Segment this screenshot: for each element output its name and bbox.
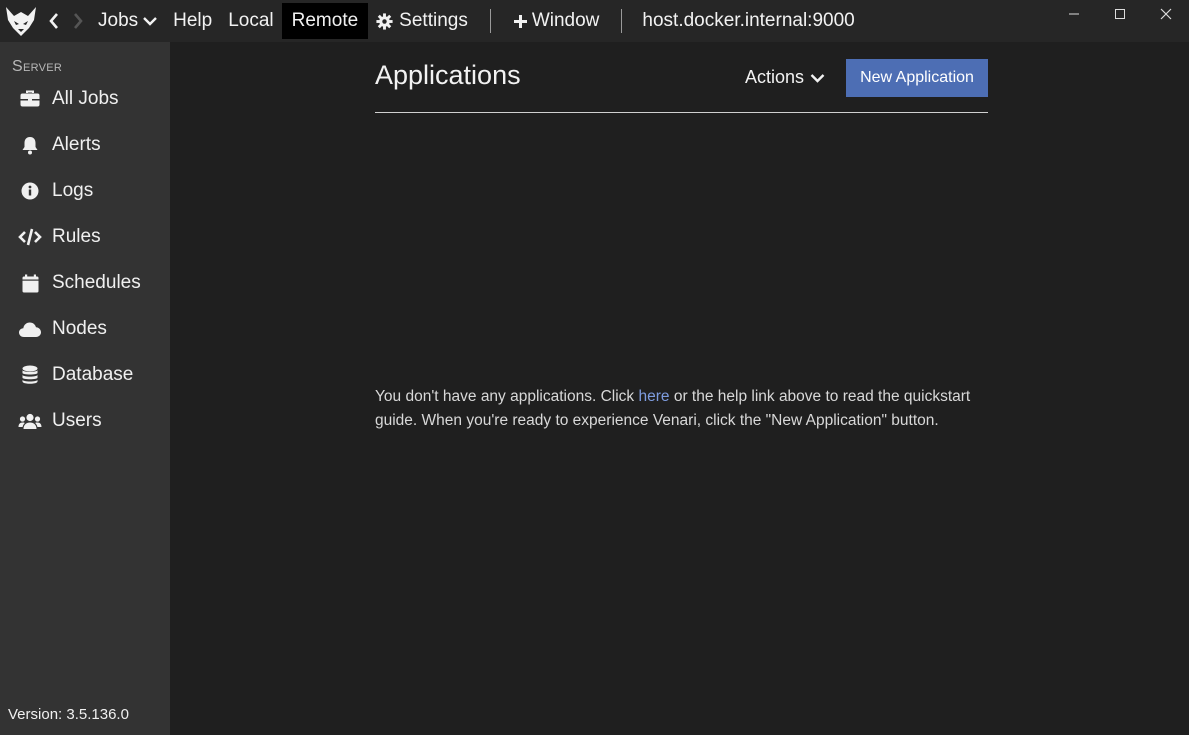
menu-help[interactable]: Help (165, 3, 220, 39)
menu-window[interactable]: Window (505, 3, 608, 39)
menu-local-label: Local (228, 10, 274, 31)
empty-state-message: You don't have any applications. Click h… (375, 385, 995, 433)
menu-remote-label: Remote (291, 10, 359, 31)
venari-logo-icon (0, 0, 42, 42)
gear-icon (376, 12, 393, 30)
menu-jobs-label: Jobs (98, 10, 139, 31)
window-controls (1051, 0, 1189, 28)
users-icon (18, 413, 42, 430)
sidebar-heading: Server (12, 58, 63, 75)
title-bar: Jobs Help Local Remote Settings Window h… (0, 0, 1189, 42)
quickstart-link[interactable]: here (638, 388, 669, 405)
menu-separator (621, 9, 623, 33)
back-arrow-icon[interactable] (42, 0, 66, 42)
sidebar-item-schedules[interactable]: Schedules (0, 263, 170, 303)
sidebar-item-label: Logs (52, 180, 94, 201)
menu-local[interactable]: Local (220, 3, 281, 39)
database-icon (18, 365, 42, 385)
code-icon (18, 228, 42, 246)
sidebar-item-label: Rules (52, 226, 101, 247)
calendar-icon (18, 274, 42, 293)
minimize-icon[interactable] (1051, 0, 1097, 28)
maximize-icon[interactable] (1097, 0, 1143, 28)
sidebar-item-logs[interactable]: Logs (0, 171, 170, 211)
version-label: Version: 3.5.136.0 (8, 706, 129, 723)
page-title: Applications (375, 60, 521, 90)
chevron-down-icon (143, 16, 157, 26)
forward-arrow-icon[interactable] (66, 0, 90, 42)
menu-settings-label: Settings (399, 10, 468, 31)
cloud-icon (18, 321, 42, 338)
info-icon (18, 182, 42, 200)
menu-window-label: Window (531, 10, 600, 31)
chevron-down-icon (810, 73, 825, 83)
sidebar: Server All Jobs Alerts Logs Rules Schedu… (0, 42, 170, 735)
empty-state-text: You don't have any applications. Click (375, 388, 639, 405)
sidebar-item-rules[interactable]: Rules (0, 217, 170, 257)
menu-separator (489, 9, 491, 33)
plus-icon (513, 14, 528, 29)
sidebar-item-label: Users (52, 410, 102, 431)
sidebar-item-label: Database (52, 364, 134, 385)
sidebar-item-label: All Jobs (52, 88, 119, 109)
sidebar-item-label: Nodes (52, 318, 107, 339)
menu-help-label: Help (173, 10, 213, 31)
bell-icon (18, 136, 42, 155)
briefcase-icon (18, 90, 42, 108)
menu-jobs[interactable]: Jobs (90, 3, 165, 39)
sidebar-item-all-jobs[interactable]: All Jobs (0, 79, 170, 119)
title-divider (375, 112, 988, 113)
close-icon[interactable] (1143, 0, 1189, 28)
menu-settings[interactable]: Settings (368, 3, 476, 39)
sidebar-item-label: Schedules (52, 272, 141, 293)
actions-label: Actions (745, 67, 805, 87)
new-application-button[interactable]: New Application (846, 59, 988, 97)
sidebar-item-nodes[interactable]: Nodes (0, 309, 170, 349)
sidebar-item-database[interactable]: Database (0, 355, 170, 395)
actions-dropdown[interactable]: Actions (745, 67, 825, 88)
sidebar-item-alerts[interactable]: Alerts (0, 125, 170, 165)
menu-remote[interactable]: Remote (281, 3, 369, 39)
host-address: host.docker.internal:9000 (642, 10, 855, 31)
sidebar-item-users[interactable]: Users (0, 401, 170, 441)
sidebar-item-label: Alerts (52, 134, 101, 155)
